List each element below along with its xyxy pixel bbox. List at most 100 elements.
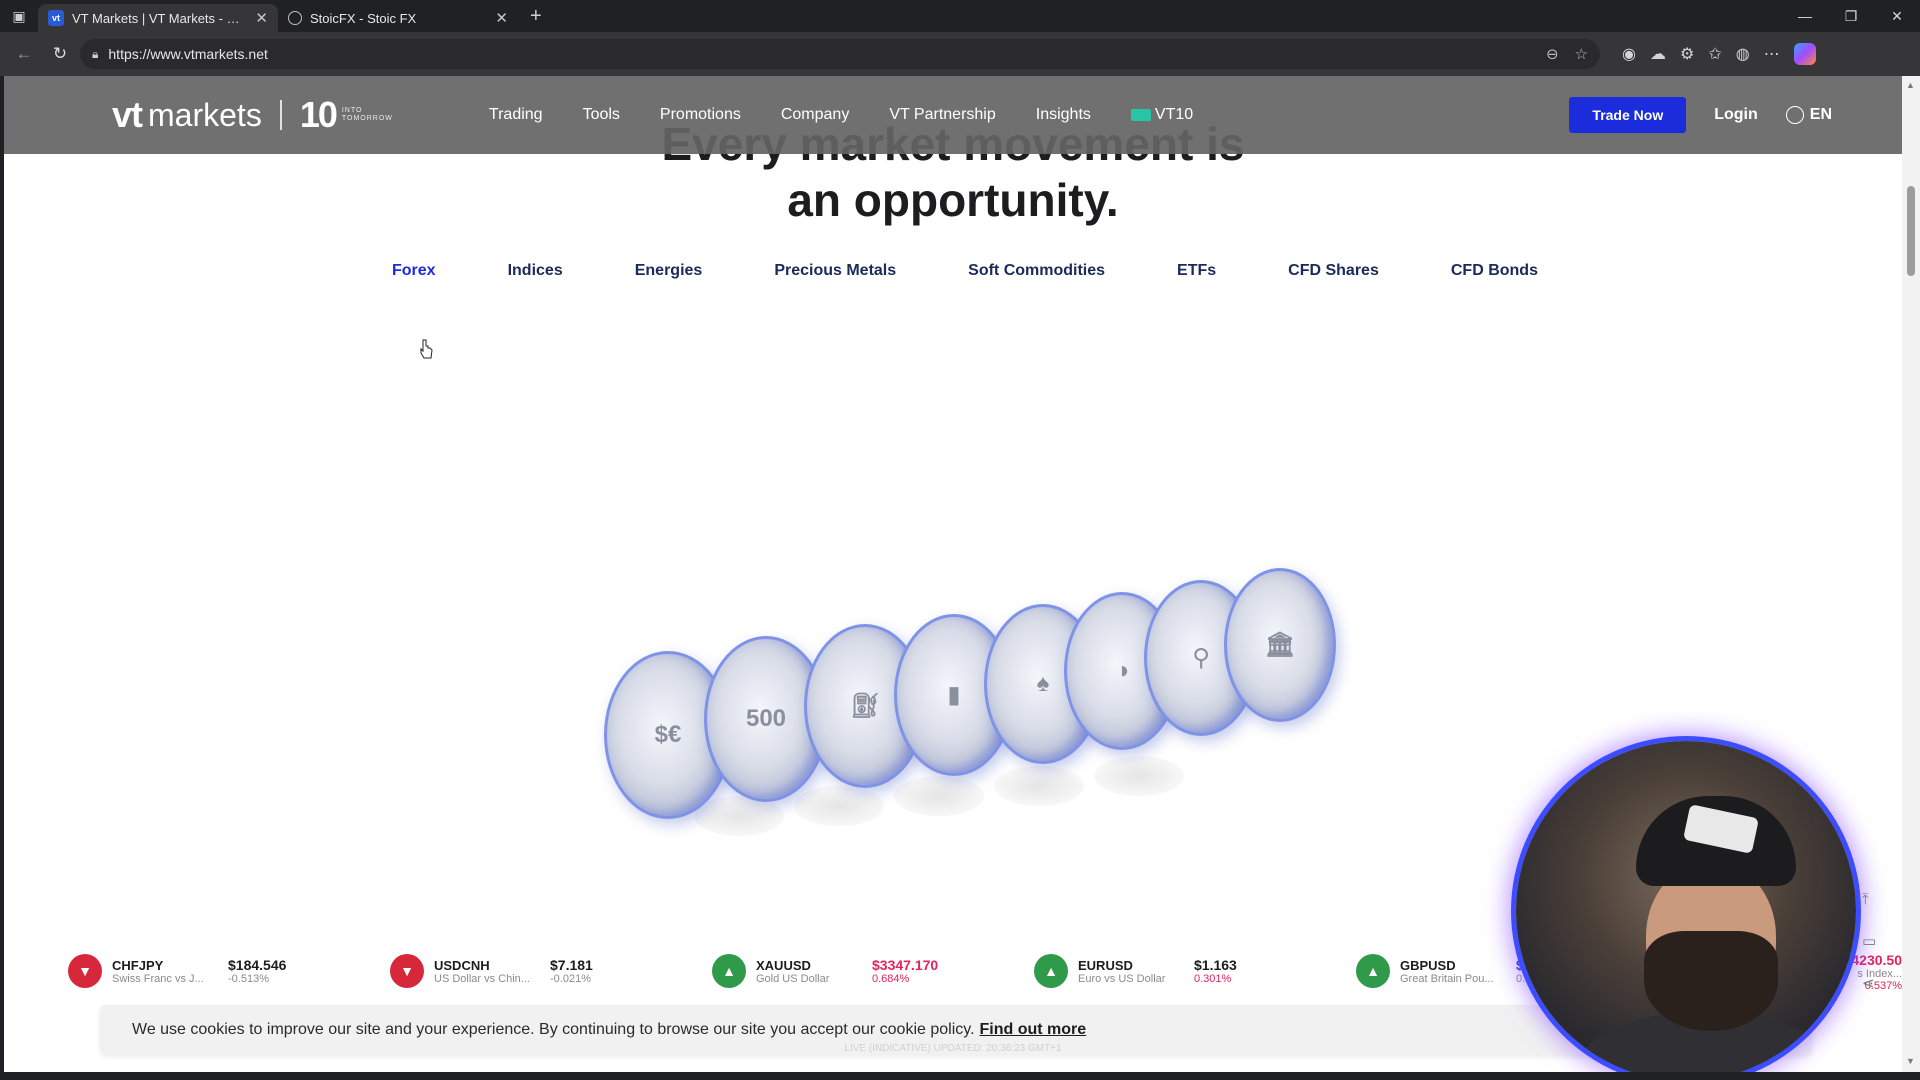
market-category-tabs: Forex Indices Energies Precious Metals S… xyxy=(392,262,1574,280)
ticker-desc: US Dollar vs Chin... xyxy=(434,972,530,985)
ticker-price: $1.163 xyxy=(1194,957,1237,973)
refresh-icon[interactable]: ↻ xyxy=(44,38,76,70)
scroll-down-icon[interactable]: ▼ xyxy=(1906,1056,1915,1066)
globe-favicon-icon xyxy=(288,11,302,25)
coin-shadow xyxy=(994,766,1084,806)
ticker-desc: Swiss Franc vs J... xyxy=(112,972,204,985)
login-link[interactable]: Login xyxy=(1714,106,1758,124)
ticker-price: $3347.170 xyxy=(872,957,939,973)
profile-avatar-icon[interactable]: ◍ xyxy=(1736,44,1750,64)
cookie-find-out-more-link[interactable]: Find out more xyxy=(980,1021,1087,1039)
url-field[interactable]: 🔒︎ https://www.vtmarkets.net ⊖ ☆ xyxy=(80,39,1600,69)
page-scrollbar[interactable]: ▲ ▼ xyxy=(1902,76,1920,1072)
logo-10-text: 10 xyxy=(299,94,338,135)
arrow-up-icon: ▲ xyxy=(712,954,746,988)
vt-markets-logo[interactable]: vt markets 10 INTO TOMORROW xyxy=(112,94,393,136)
menu-vt-partnership[interactable]: VT Partnership xyxy=(869,106,1015,124)
market-coins-illustration: $€ 500 ⛽︎ ▮ ♠ ◑ ⚲ 🏛︎ xyxy=(604,486,1344,846)
tab-energies[interactable]: Energies xyxy=(599,262,739,280)
globe-icon xyxy=(1785,106,1804,124)
vt10-label: VT10 xyxy=(1154,106,1194,123)
ticker-change: 0.684% xyxy=(872,973,910,985)
page-viewport: vt markets 10 INTO TOMORROW Trading Tool… xyxy=(4,76,1902,1072)
ticker-item-usdcnh[interactable]: ▼ USDCNH US Dollar vs Chin... $7.181 -0.021% xyxy=(390,946,712,996)
extensions-puzzle-icon[interactable]: ⚙ xyxy=(1680,44,1694,64)
ticker-change: 0.301% xyxy=(1194,973,1232,985)
tab-etfs[interactable]: ETFs xyxy=(1141,262,1252,280)
coin-shadow xyxy=(894,776,984,816)
back-to-top-icon[interactable]: ⤒ xyxy=(1862,891,1876,908)
scrollbar-thumb[interactable] xyxy=(1907,186,1915,276)
ticker-desc: Great Britain Pou... xyxy=(1400,972,1494,985)
logo-tagline: INTO TOMORROW xyxy=(342,107,393,123)
browser-tab-bar: ▣ vt VT Markets | VT Markets - Reliab ✕ … xyxy=(0,0,1920,32)
close-tab-icon[interactable]: ✕ xyxy=(495,9,508,27)
webcam-overlay xyxy=(1516,741,1856,1072)
favorite-star-icon[interactable]: ☆ xyxy=(1575,45,1588,63)
ticker-item-xauusd[interactable]: ▲ XAUUSD Gold US Dollar $3347.170 0.684% xyxy=(712,946,1034,996)
extension-shield-icon[interactable]: ◉ xyxy=(1622,44,1636,64)
extension-cloud-icon[interactable]: ☁ xyxy=(1650,44,1666,64)
tab-soft-commodities[interactable]: Soft Commodities xyxy=(932,262,1141,280)
arrow-up-icon: ▲ xyxy=(1034,954,1068,988)
ticker-desc: Euro vs US Dollar xyxy=(1078,972,1166,985)
menu-tools[interactable]: Tools xyxy=(563,106,640,124)
browser-tab-stoicfx[interactable]: StoicFX - Stoic FX ✕ xyxy=(278,4,518,32)
ticker-price: $184.546 xyxy=(228,957,287,973)
share-icon[interactable]: ⋖ xyxy=(1862,974,1876,992)
menu-company[interactable]: Company xyxy=(761,106,869,124)
tab-cfd-shares[interactable]: CFD Shares xyxy=(1252,262,1415,280)
tab-title: VT Markets | VT Markets - Reliab xyxy=(72,10,248,26)
menu-trading[interactable]: Trading xyxy=(469,106,563,124)
close-tab-icon[interactable]: ✕ xyxy=(255,9,268,27)
tab-forex[interactable]: Forex xyxy=(392,262,472,280)
close-window-icon[interactable]: ✕ xyxy=(1874,8,1920,25)
ticker-symbol: GBPUSD xyxy=(1400,957,1456,973)
ticker-symbol: EURUSD xyxy=(1078,957,1133,973)
more-menu-icon[interactable]: ⋯ xyxy=(1764,44,1780,64)
back-icon[interactable]: ← xyxy=(8,38,40,70)
reader-view-icon[interactable]: ⊖ xyxy=(1546,45,1559,63)
arrow-down-icon: ▼ xyxy=(68,954,102,988)
arrow-up-icon: ▲ xyxy=(1356,954,1390,988)
menu-promotions[interactable]: Promotions xyxy=(640,106,761,124)
trade-now-button[interactable]: Trade Now xyxy=(1569,97,1687,133)
favorites-icon[interactable]: ✩ xyxy=(1708,44,1721,64)
tab-cfd-bonds[interactable]: CFD Bonds xyxy=(1415,262,1574,280)
lock-icon[interactable]: 🔒︎ xyxy=(92,47,98,62)
logo-markets-text: markets xyxy=(148,96,262,133)
ticker-symbol: XAUUSD xyxy=(756,957,811,973)
restore-icon[interactable]: ❐ xyxy=(1828,8,1874,25)
hero-title-line2: an opportunity. xyxy=(787,174,1119,226)
vt10-badge-icon xyxy=(1130,109,1151,121)
scroll-up-icon[interactable]: ▲ xyxy=(1906,80,1915,90)
mouse-cursor-icon xyxy=(420,339,433,359)
ticker-desc: Gold US Dollar xyxy=(756,972,830,985)
language-label: EN xyxy=(1809,106,1832,123)
menu-insights[interactable]: Insights xyxy=(1016,106,1111,124)
tab-precious-metals[interactable]: Precious Metals xyxy=(738,262,932,280)
ticker-item-chfjpy[interactable]: ▼ CHFJPY Swiss Franc vs J... $184.546 -0.513… xyxy=(68,946,390,996)
url-text: https://www.vtmarkets.net xyxy=(108,46,268,62)
minimize-icon[interactable]: — xyxy=(1782,8,1828,25)
ticker-item-eurusd[interactable]: ▲ EURUSD Euro vs US Dollar $1.163 0.301% xyxy=(1034,946,1356,996)
tab-actions-icon[interactable]: ▣ xyxy=(0,0,38,32)
language-selector[interactable]: EN xyxy=(1785,106,1832,124)
browser-tab-vtmarkets[interactable]: vt VT Markets | VT Markets - Reliab ✕ xyxy=(38,4,278,32)
vt-favicon-icon: vt xyxy=(48,10,64,26)
tab-indices[interactable]: Indices xyxy=(472,262,599,280)
logo-tagline-line1: INTO xyxy=(341,107,363,114)
ticker-change: -0.021% xyxy=(550,973,591,985)
chat-icon[interactable]: ▭ xyxy=(1862,932,1876,950)
site-header: vt markets 10 INTO TOMORROW Trading Tool… xyxy=(4,76,1902,154)
new-tab-button[interactable]: + xyxy=(518,5,554,28)
coin-shadow xyxy=(694,796,784,836)
tab-title: StoicFX - Stoic FX xyxy=(310,10,417,26)
webcam-beard xyxy=(1644,931,1778,1031)
window-controls: — ❐ ✕ xyxy=(1782,8,1920,25)
arrow-down-icon: ▼ xyxy=(390,954,424,988)
cookie-text: We use cookies to improve our site and y… xyxy=(132,1021,975,1038)
ticker-change: -0.513% xyxy=(228,973,269,985)
copilot-icon[interactable] xyxy=(1793,43,1816,65)
menu-vt10[interactable]: VT10 xyxy=(1111,106,1213,124)
